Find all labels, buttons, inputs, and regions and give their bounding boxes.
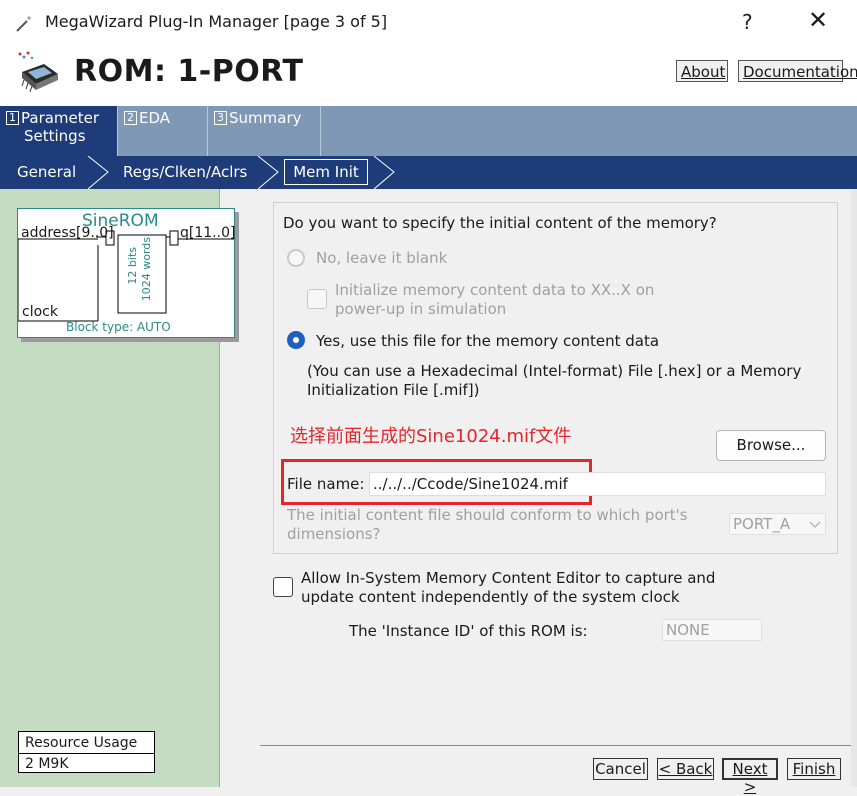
port-clock-label: clock (22, 304, 58, 320)
tab-number: 2 (124, 111, 137, 125)
chevron-right-icon (87, 156, 109, 189)
page-title: ROM: 1-PORT (74, 54, 304, 89)
block-type-label: Block type: AUTO (66, 320, 171, 334)
insystem-line1: Allow In-System Memory Content Editor to… (301, 569, 716, 587)
radio-yes-use-file[interactable] (287, 331, 305, 349)
memory-init-question: Do you want to specify the initial conte… (283, 214, 717, 232)
rom-chip-icon (18, 51, 58, 93)
rom-symbol-diagram: SineROM address[9..0] q[11..0] clock 12 … (17, 208, 235, 338)
about-button[interactable]: About (676, 60, 728, 82)
subtab-regs-clken-aclrs[interactable]: Regs/Clken/Aclrs (123, 163, 247, 181)
close-button[interactable]: ✕ (808, 6, 828, 34)
scrollbar[interactable] (851, 189, 857, 787)
footer-divider (260, 745, 851, 746)
instance-id-value: NONE (666, 621, 710, 639)
resource-usage-value: 2 M9K (25, 756, 69, 772)
tab-label-line2: Settings (24, 127, 86, 145)
tab-summary[interactable]: 3 Summary (208, 106, 321, 156)
tab-bar: 1 Parameter Settings 2 EDA 3 Summary (0, 106, 857, 156)
cancel-button[interactable]: Cancel (593, 758, 648, 780)
tab-eda[interactable]: 2 EDA (118, 106, 208, 156)
checkbox-init-xx[interactable] (307, 289, 327, 309)
option-no-label: No, leave it blank (316, 249, 448, 267)
subtab-general[interactable]: General (17, 163, 76, 181)
radio-no-leave-blank[interactable] (287, 249, 305, 267)
chevron-down-icon (809, 521, 821, 528)
chevron-right-icon (373, 156, 395, 189)
insystem-line2: update content independently of the syst… (301, 588, 680, 606)
checkbox-insystem-editor[interactable] (273, 577, 293, 597)
option-yes-label: Yes, use this file for the memory conten… (316, 332, 660, 350)
tab-label: Summary (229, 109, 302, 127)
back-button[interactable]: < Back (657, 758, 714, 780)
documentation-button[interactable]: Documentation (738, 60, 857, 82)
instance-id-field: NONE (662, 619, 762, 641)
init-xx-line1: Initialize memory content data to XX..X … (335, 281, 655, 299)
title-bar: MegaWizard Plug-In Manager [page 3 of 5]… (0, 0, 857, 46)
resource-usage-heading: Resource Usage (19, 732, 154, 754)
window-title: MegaWizard Plug-In Manager [page 3 of 5] (45, 12, 388, 31)
next-button[interactable]: Next > (722, 758, 778, 796)
subtab-bar: General Regs/Clken/Aclrs Mem Init (0, 156, 857, 189)
tab-number: 1 (6, 111, 19, 125)
hint-line1: (You can use a Hexadecimal (Intel-format… (307, 362, 802, 380)
hint-line2: Initialization File [.mif]) (307, 381, 480, 399)
init-xx-line2: power-up in simulation (335, 300, 507, 318)
tab-parameter-settings[interactable]: 1 Parameter Settings (0, 106, 118, 156)
words-label: 1024 words (140, 237, 153, 302)
tab-number: 3 (214, 111, 227, 125)
port-select[interactable]: PORT_A (729, 513, 826, 535)
tab-label: EDA (139, 109, 171, 127)
port-select-value: PORT_A (733, 515, 791, 533)
finish-button[interactable]: Finish (787, 758, 841, 780)
wizard-wand-icon (16, 16, 31, 32)
port-q-label: q[11..0] (180, 225, 236, 241)
file-name-label: File name: (287, 475, 365, 493)
tab-label: Parameter (21, 109, 100, 127)
bits-label: 12 bits (126, 247, 139, 285)
red-annotation: 选择前面生成的Sine1024.mif文件 (290, 426, 572, 447)
file-name-value: ../../../Ccode/Sine1024.mif (373, 475, 568, 493)
browse-button[interactable]: Browse... (716, 430, 826, 461)
radio-dot (293, 337, 299, 343)
conform-line2: dimensions? (287, 525, 381, 543)
instance-id-label: The 'Instance ID' of this ROM is: (349, 622, 588, 640)
conform-line1: The initial content file should conform … (287, 506, 688, 524)
file-name-input[interactable]: ../../../Ccode/Sine1024.mif (369, 472, 826, 496)
chevron-right-icon (257, 156, 279, 189)
wizard-header: ROM: 1-PORT About Documentation (0, 46, 857, 106)
help-button[interactable]: ? (742, 10, 753, 34)
subtab-mem-init[interactable]: Mem Init (284, 159, 368, 185)
resource-usage-box: Resource Usage 2 M9K (18, 731, 155, 773)
port-address-label: address[9..0] (21, 225, 114, 241)
